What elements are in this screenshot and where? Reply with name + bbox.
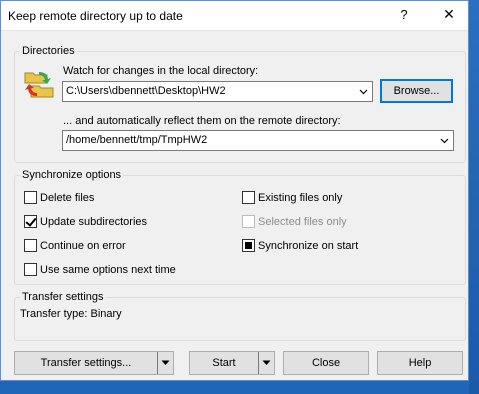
start-button[interactable]: Start bbox=[189, 351, 275, 375]
checkbox-box[interactable] bbox=[24, 263, 37, 276]
transfer-settings-label: Transfer settings bbox=[20, 291, 106, 303]
synchronize-options-label: Synchronize options bbox=[20, 169, 124, 181]
remote-directory-value: /home/bennett/tmp/TmpHW2 bbox=[66, 134, 208, 146]
browse-button-label: Browse... bbox=[393, 85, 440, 97]
chevron-down-icon[interactable] bbox=[258, 352, 274, 374]
delete-files-label: Delete files bbox=[40, 191, 95, 204]
close-button[interactable]: Close bbox=[283, 351, 369, 375]
synchronize-on-start-label: Synchronize on start bbox=[258, 239, 359, 252]
transfer-type-text: Transfer type: Binary bbox=[20, 308, 122, 320]
checkbox-box bbox=[242, 215, 255, 228]
help-button[interactable]: Help bbox=[377, 351, 463, 375]
local-directory-label: Watch for changes in the local directory… bbox=[63, 65, 259, 77]
checkbox-box[interactable] bbox=[24, 191, 37, 204]
same-options-label: Use same options next time bbox=[40, 263, 176, 276]
close-icon[interactable]: ✕ bbox=[434, 6, 464, 26]
chevron-down-icon[interactable] bbox=[436, 131, 453, 150]
help-button-label: Help bbox=[408, 357, 432, 369]
existing-files-only-label: Existing files only bbox=[258, 191, 343, 204]
checkbox-box[interactable] bbox=[24, 239, 37, 252]
selected-files-only-checkbox: Selected files only bbox=[242, 215, 347, 228]
title-bar[interactable]: Keep remote directory up to date ? ✕ bbox=[1, 1, 468, 31]
synchronize-on-start-checkbox[interactable]: Synchronize on start bbox=[242, 239, 358, 252]
window-title: Keep remote directory up to date bbox=[8, 9, 183, 23]
help-icon[interactable]: ? bbox=[389, 7, 419, 27]
directories-group-label: Directories bbox=[20, 45, 77, 57]
update-subdirectories-label: Update subdirectories bbox=[40, 215, 148, 228]
selected-files-only-label: Selected files only bbox=[258, 215, 347, 228]
checkbox-box[interactable] bbox=[242, 191, 255, 204]
browse-button[interactable]: Browse... bbox=[380, 79, 453, 103]
desktop-background bbox=[469, 0, 479, 394]
start-button-label: Start bbox=[212, 357, 236, 369]
close-button-label: Close bbox=[311, 357, 341, 369]
chevron-down-icon[interactable] bbox=[157, 352, 173, 374]
chevron-down-icon[interactable] bbox=[355, 82, 372, 101]
local-directory-combo[interactable]: C:\Users\dbennett\Desktop\HW2 bbox=[62, 81, 373, 102]
remote-directory-label: ... and automatically reflect them on th… bbox=[63, 115, 341, 127]
transfer-settings-button-label: Transfer settings... bbox=[40, 357, 132, 369]
continue-on-error-label: Continue on error bbox=[40, 239, 126, 252]
checkbox-box[interactable] bbox=[242, 239, 255, 252]
transfer-settings-button[interactable]: Transfer settings... bbox=[14, 351, 174, 375]
keep-up-to-date-dialog: Keep remote directory up to date ? ✕ Dir… bbox=[0, 0, 469, 381]
same-options-checkbox[interactable]: Use same options next time bbox=[24, 263, 176, 276]
delete-files-checkbox[interactable]: Delete files bbox=[24, 191, 94, 204]
continue-on-error-checkbox[interactable]: Continue on error bbox=[24, 239, 126, 252]
update-subdirectories-checkbox[interactable]: Update subdirectories bbox=[24, 215, 147, 228]
checkbox-box[interactable] bbox=[24, 215, 37, 228]
sync-folders-icon bbox=[24, 72, 54, 98]
remote-directory-combo[interactable]: /home/bennett/tmp/TmpHW2 bbox=[62, 130, 454, 151]
existing-files-only-checkbox[interactable]: Existing files only bbox=[242, 191, 342, 204]
local-directory-value: C:\Users\dbennett\Desktop\HW2 bbox=[66, 85, 226, 97]
